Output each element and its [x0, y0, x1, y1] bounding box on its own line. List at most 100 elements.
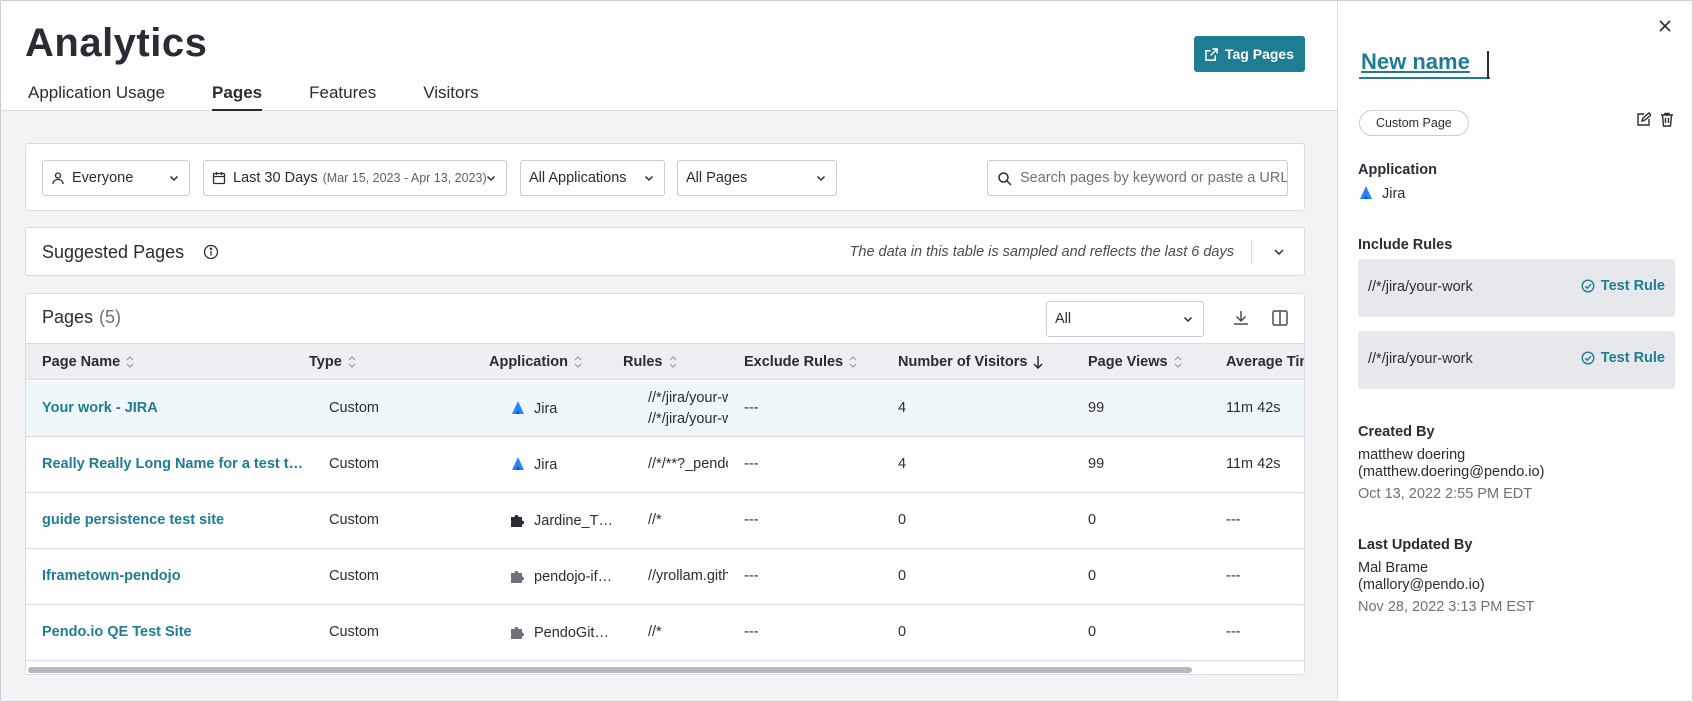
search-icon	[998, 171, 1012, 186]
horizontal-scrollbar[interactable]	[28, 667, 1192, 673]
col-header-average-time[interactable]: Average Time	[1226, 354, 1304, 370]
updated-by-name: Mal Brame	[1358, 560, 1429, 576]
sort-icon	[1174, 356, 1181, 368]
download-icon[interactable]	[1231, 308, 1251, 328]
include-rule: //*/jira/your-work Test Rule	[1358, 259, 1675, 317]
page-exclude-rules: ---	[744, 568, 759, 584]
col-header-type[interactable]: Type	[309, 354, 356, 370]
rule-text: //*/jira/your-work	[1368, 351, 1473, 367]
col-header-application[interactable]: Application	[489, 354, 582, 370]
chevron-down-icon	[816, 175, 826, 182]
table-row[interactable]: Really Really Long Name for a test t… Cu…	[26, 437, 1304, 493]
tab-pages[interactable]: Pages	[212, 83, 263, 111]
pages-table-card: Pages (5) All Page Name Type Application …	[25, 293, 1305, 675]
puzzle-icon	[511, 571, 524, 583]
chevron-down-icon	[169, 175, 179, 182]
page-type: Custom	[329, 456, 379, 472]
check-circle-icon	[1581, 351, 1595, 365]
page-rule: //*	[648, 512, 662, 528]
include-rules-label: Include Rules	[1358, 237, 1453, 253]
table-header: Page Name Type Application Rules Exclude…	[26, 343, 1304, 380]
info-icon[interactable]	[203, 244, 219, 260]
tab-application-usage[interactable]: Application Usage	[28, 83, 165, 111]
tab-visitors[interactable]: Visitors	[423, 83, 478, 111]
table-row[interactable]: guide persistence test site Custom Jardi…	[26, 493, 1304, 549]
col-header-page-name[interactable]: Page Name	[42, 354, 134, 370]
calendar-icon	[212, 172, 226, 185]
app-frame: Analytics Application Usage Pages Featur…	[0, 0, 1693, 702]
suggested-pages-section: Suggested Pages The data in this table i…	[25, 227, 1305, 276]
applications-dropdown[interactable]: All Applications	[520, 160, 665, 196]
table-filter-dropdown[interactable]: All	[1046, 301, 1204, 337]
page-rule: //*/jira/your-work	[648, 390, 728, 406]
page-application: Jira	[510, 400, 630, 417]
trash-icon[interactable]	[1660, 112, 1674, 127]
test-rule-button[interactable]: Test Rule	[1581, 278, 1665, 294]
edit-icon[interactable]	[1636, 112, 1651, 127]
jira-icon	[512, 457, 524, 470]
page-visitors: 0	[898, 624, 907, 640]
search-input[interactable]: Search pages by keyword or paste a URL	[987, 160, 1288, 196]
page-average-time: ---	[1226, 624, 1241, 640]
sort-icon	[574, 356, 582, 368]
page-name-link[interactable]: guide persistence test site	[42, 512, 304, 528]
date-range-dropdown[interactable]: Last 30 Days (Mar 15, 2023 - Apr 13, 202…	[203, 160, 507, 196]
page-average-time: ---	[1226, 512, 1241, 528]
page-visitors: 4	[898, 456, 907, 472]
col-header-exclude-rules[interactable]: Exclude Rules	[744, 354, 857, 370]
page-name-link[interactable]: Your work - JIRA	[42, 400, 302, 416]
segment-value: Everyone	[72, 170, 134, 186]
tab-features[interactable]: Features	[309, 83, 376, 111]
table-row[interactable]: Pendo.io QE Test Site Custom PendoGit… /…	[26, 605, 1304, 661]
page-header: Analytics Application Usage Pages Featur…	[1, 1, 1337, 111]
date-range-detail: (Mar 15, 2023 - Apr 13, 2023)	[322, 171, 487, 185]
page-views: 99	[1088, 400, 1105, 416]
page-name-link[interactable]: Really Really Long Name for a test t…	[42, 456, 304, 472]
table-row[interactable]: Your work - JIRA Custom Jira //*/jira/yo…	[26, 381, 1304, 437]
puzzle-icon	[511, 627, 524, 639]
tag-pages-button[interactable]: Tag Pages	[1194, 36, 1305, 72]
applications-value: All Applications	[529, 170, 627, 186]
suggested-pages-title: Suggested Pages	[42, 242, 185, 262]
last-updated-by-label: Last Updated By	[1358, 537, 1473, 553]
text-cursor	[1487, 51, 1489, 79]
page-rule: //*	[648, 624, 662, 640]
pages-count: (5)	[99, 307, 122, 327]
col-header-visitors[interactable]: Number of Visitors	[898, 354, 1043, 370]
updated-by-email: (mallory@pendo.io)	[1358, 577, 1485, 593]
page-average-time: ---	[1226, 568, 1241, 584]
suggested-pages-note: The data in this table is sampled and re…	[849, 244, 1234, 260]
application-value: Jira	[1358, 185, 1405, 202]
close-icon[interactable]	[1658, 19, 1672, 33]
page-application: Jira	[510, 456, 630, 473]
page-name-input[interactable]: New name	[1359, 49, 1490, 79]
created-by-label: Created By	[1358, 424, 1435, 440]
col-header-rules[interactable]: Rules	[623, 354, 677, 370]
pages-dropdown[interactable]: All Pages	[677, 160, 837, 196]
updated-at: Nov 28, 2022 3:13 PM EST	[1358, 599, 1535, 615]
page-type: Custom	[329, 512, 379, 528]
page-name-link[interactable]: Iframetown-pendojo	[42, 568, 304, 584]
page-name-link[interactable]: Pendo.io QE Test Site	[42, 624, 304, 640]
segment-dropdown[interactable]: Everyone	[42, 160, 190, 196]
test-rule-button[interactable]: Test Rule	[1581, 350, 1665, 366]
table-row[interactable]: Iframetown-pendojo Custom pendojo-if… //…	[26, 549, 1304, 605]
sort-icon	[126, 356, 134, 368]
page-views: 0	[1088, 568, 1097, 584]
chevron-down-icon	[644, 175, 654, 182]
application-label: Application	[1358, 162, 1437, 178]
col-header-page-views[interactable]: Page Views	[1088, 354, 1182, 370]
created-by-name: matthew doering	[1358, 447, 1466, 463]
sort-icon	[849, 356, 857, 368]
jira-icon	[1360, 186, 1372, 199]
external-link-icon	[1205, 47, 1218, 61]
page-exclude-rules: ---	[744, 400, 759, 416]
check-circle-icon	[1581, 279, 1595, 293]
created-at: Oct 13, 2022 2:55 PM EDT	[1358, 486, 1533, 502]
chevron-down-icon	[486, 175, 496, 182]
sort-desc-icon	[1033, 356, 1043, 369]
columns-icon[interactable]	[1270, 308, 1290, 328]
pages-value: All Pages	[686, 170, 748, 186]
pages-table-title: Pages (5)	[42, 307, 121, 328]
expand-chevron-icon[interactable]	[1273, 246, 1285, 258]
